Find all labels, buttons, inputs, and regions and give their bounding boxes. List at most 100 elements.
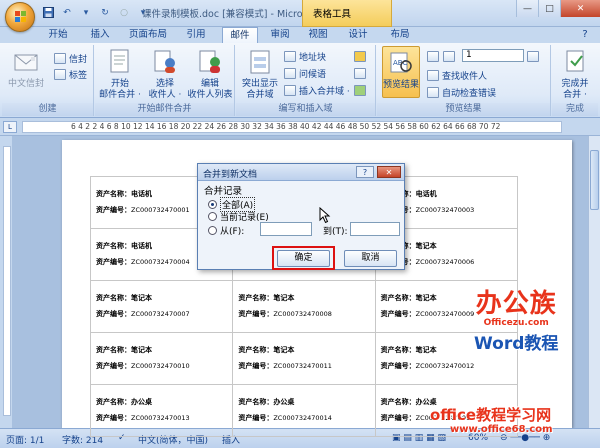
asset-name-key: 资产名称： — [96, 346, 131, 354]
asset-code-value: ZC000732470011 — [273, 362, 332, 370]
select-recipients-button[interactable]: 选择 收件人 · — [143, 47, 187, 101]
tab-home[interactable]: 开始 — [40, 27, 76, 43]
ruler-track[interactable]: 6 4 2 2 4 6 8 10 12 14 16 18 20 22 24 26… — [22, 121, 562, 133]
asset-name-key: 资产名称： — [238, 294, 274, 302]
asset-code-value: ZC000732470012 — [415, 362, 475, 370]
maximize-button[interactable]: □ — [538, 0, 560, 17]
dialog-close-button[interactable]: ✕ — [377, 166, 401, 178]
undo-dropdown-icon[interactable]: ▾ — [78, 5, 94, 20]
start-mail-merge-button[interactable]: 开始 邮件合并 · — [97, 47, 143, 101]
asset-name-key: 资产名称： — [380, 346, 416, 354]
tab-layout[interactable]: 布局 — [384, 27, 416, 43]
first-record-icon — [427, 50, 439, 62]
group-finish-label: 完成 — [552, 103, 598, 116]
highlight-merge-fields-button[interactable]: 突出显示 合并域 — [238, 47, 282, 101]
asset-code-row: 资产编号：ZC000732470011 — [238, 358, 374, 374]
option-from[interactable]: 从(F): — [208, 224, 244, 237]
asset-code-value: ZC000732470004 — [131, 258, 190, 266]
to-input[interactable] — [350, 222, 400, 236]
label-cell[interactable]: 资产名称：笔记本 资产编号：ZC000732470008 — [232, 280, 376, 333]
dialog-help-button[interactable]: ? — [356, 166, 374, 178]
asset-code-value: ZC000732470006 — [415, 258, 475, 266]
greeting-line-button[interactable]: 问候语 — [284, 66, 326, 80]
first-record-button[interactable] — [427, 49, 439, 63]
finish-merge-icon — [560, 47, 590, 77]
finish-merge-button[interactable]: 完成并 合并 · — [554, 47, 596, 101]
help-icon[interactable]: ? — [575, 27, 595, 43]
cancel-button[interactable]: 取消 — [344, 250, 397, 267]
scroll-thumb[interactable] — [590, 150, 599, 210]
label-cell[interactable]: 资产名称：办公桌 资产编号：ZC000732470013 — [89, 384, 234, 437]
tab-selector-icon[interactable]: L — [3, 121, 17, 133]
rules-button[interactable] — [354, 49, 366, 63]
asset-code-key: 资产编号： — [96, 414, 131, 422]
radio-all[interactable] — [208, 200, 217, 209]
asset-code-value: ZC000732470013 — [131, 414, 190, 422]
labels-icon — [54, 68, 66, 80]
redo-icon[interactable]: ↻ — [97, 5, 113, 20]
asset-code-row: 资产编号：ZC000732470013 — [96, 410, 232, 426]
labels-button[interactable]: 标签 — [54, 67, 87, 81]
edit-recipients-button[interactable]: 编辑 收件人列表 — [187, 47, 233, 101]
tab-references[interactable]: 引用 — [180, 27, 212, 43]
asset-name-value: 笔记本 — [131, 294, 152, 302]
label-cell[interactable]: 资产名称：笔记本 资产编号：ZC000732470007 — [89, 280, 234, 333]
previous-record-icon — [443, 50, 455, 62]
close-button[interactable]: ✕ — [560, 0, 600, 17]
asset-name-row: 资产名称：笔记本 — [96, 342, 232, 358]
find-recipient-button[interactable]: 查找收件人 — [427, 68, 487, 82]
insert-field-label: 插入合并域 · — [299, 86, 350, 97]
insert-merge-field-button[interactable]: 插入合并域 · — [284, 83, 350, 97]
from-input[interactable] — [260, 222, 312, 236]
watermark-site: Officezu.com — [483, 318, 549, 328]
asset-name-value: 笔记本 — [273, 294, 295, 302]
find-recipient-label: 查找收件人 — [442, 71, 488, 82]
tab-insert[interactable]: 插入 — [84, 27, 116, 43]
start-sub-label: 邮件合并 · — [99, 90, 141, 100]
record-number-input[interactable]: 1 — [462, 49, 524, 62]
address-block-button[interactable]: 地址块 — [284, 49, 326, 63]
asset-code-row: 资产编号：ZC000732470010 — [96, 358, 232, 374]
undo-icon[interactable]: ↶ — [59, 5, 75, 20]
minimize-button[interactable]: — — [516, 0, 538, 17]
tab-design[interactable]: 设计 — [342, 27, 374, 43]
envelope-icon — [54, 52, 66, 64]
previous-record-button[interactable] — [443, 49, 455, 63]
group-write-insert: 突出显示 合并域 地址块 问候语 插入合并域 · 编写和插入域 — [236, 45, 376, 116]
tab-view[interactable]: 视图 — [302, 27, 334, 43]
next-record-button[interactable] — [527, 49, 539, 63]
merge-to-new-document-dialog: 合并到新文档 ? ✕ 合并记录 全部(A) 当前记录(E) 从(F): 到(T)… — [197, 163, 405, 270]
preview-results-icon: ABC — [388, 51, 414, 75]
greeting-label: 问候语 — [299, 69, 327, 80]
envelope-button[interactable]: 信封 — [54, 51, 87, 65]
tab-mailings[interactable]: 邮件 — [222, 27, 258, 43]
chinese-envelope-button[interactable]: 中文信封 — [6, 47, 46, 90]
asset-name-key: 资产名称： — [96, 398, 131, 406]
asset-code-value: ZC000732470003 — [415, 206, 475, 214]
vertical-ruler-track[interactable] — [3, 146, 11, 416]
update-labels-button[interactable] — [354, 83, 366, 97]
ribbon-tabs: 开始 插入 页面布局 引用 邮件 审阅 视图 设计 布局 ? — [0, 27, 600, 43]
auto-check-errors-button[interactable]: 自动检查错误 — [427, 85, 496, 99]
label-cell[interactable]: 资产名称：办公桌 资产编号：ZC000732470014 — [232, 384, 376, 437]
label-cell[interactable]: 资产名称：笔记本 资产编号：ZC000732470010 — [89, 332, 234, 385]
asset-code-key: 资产编号： — [380, 310, 416, 318]
save-icon[interactable] — [40, 5, 56, 20]
asset-code-key: 资产编号： — [96, 310, 131, 318]
office-button[interactable] — [5, 2, 35, 32]
select-sub-label: 收件人 · — [148, 90, 182, 100]
radio-from[interactable] — [208, 226, 217, 235]
label-cell[interactable]: 资产名称：笔记本 资产编号：ZC000732470011 — [232, 332, 376, 385]
asset-code-key: 资产编号： — [238, 310, 274, 318]
radio-current[interactable] — [208, 212, 217, 221]
asset-name-key: 资产名称： — [380, 398, 416, 406]
match-fields-button[interactable] — [354, 66, 366, 80]
repeat-icon[interactable]: ○ — [116, 5, 132, 20]
status-page[interactable]: 页面: 1/1 — [6, 433, 44, 446]
tab-review[interactable]: 审阅 — [264, 27, 296, 43]
address-block-icon — [284, 50, 296, 62]
vertical-scrollbar[interactable] — [588, 136, 600, 428]
preview-results-button[interactable]: ABC 预览结果 — [382, 46, 420, 98]
watermark-word: Word教程 — [474, 334, 559, 354]
tab-page-layout[interactable]: 页面布局 — [122, 27, 174, 43]
